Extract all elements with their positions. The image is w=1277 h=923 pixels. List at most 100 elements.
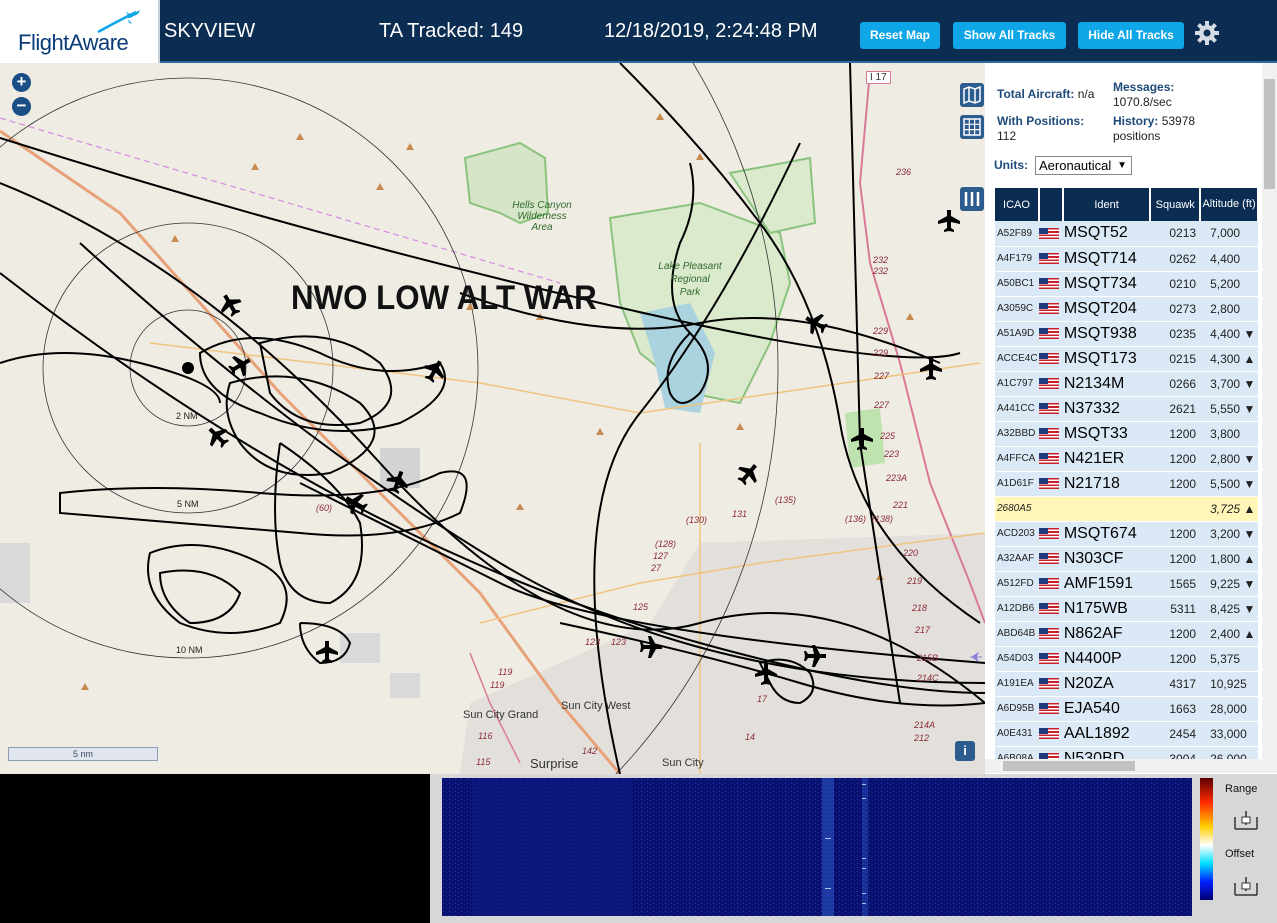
row-squawk: 1565 xyxy=(1150,571,1201,597)
aircraft-row[interactable]: A50BC1 MSQT734 0210 5,200 xyxy=(995,271,1258,297)
row-ident: MSQT734 xyxy=(1062,271,1151,297)
aircraft-row[interactable]: A32AAF N303CF 1200 1,800 ▲ xyxy=(995,546,1258,572)
altitude-trend-icon: ▼ xyxy=(1243,326,1256,341)
row-altitude: 1,800 ▲ xyxy=(1200,546,1258,572)
show-all-tracks-button[interactable]: Show All Tracks xyxy=(953,22,1066,49)
col-icao[interactable]: ICAO xyxy=(995,188,1040,221)
row-altitude: 5,500 ▼ xyxy=(1200,471,1258,497)
range-label-5nm: 5 NM xyxy=(177,499,199,509)
row-flag xyxy=(1038,271,1063,297)
row-altitude: 2,400 ▲ xyxy=(1200,621,1258,647)
aircraft-row[interactable]: A6D95B EJA540 1663 28,000 xyxy=(995,696,1258,722)
aircraft-row[interactable]: A4F179 MSQT714 0262 4,400 xyxy=(995,246,1258,272)
row-ident: N862AF xyxy=(1062,621,1151,647)
row-flag xyxy=(1038,596,1063,622)
row-flag xyxy=(1038,696,1063,722)
row-ident: EJA540 xyxy=(1062,696,1151,722)
map-view[interactable]: 2 NM 5 NM 10 NM Hells Canyon Wilderness … xyxy=(0,63,985,774)
row-flag xyxy=(1038,446,1063,472)
aircraft-row[interactable]: A54D03 N4400P 1200 5,375 xyxy=(995,646,1258,672)
us-flag-icon xyxy=(1038,377,1059,389)
col-flag[interactable] xyxy=(1038,188,1064,221)
aircraft-row[interactable]: A0E431 AAL1892 2454 33,000 xyxy=(995,721,1258,747)
aircraft-table: ICAO Ident Squawk Altitude (ft) A52F89 MS… xyxy=(995,188,1259,772)
row-flag xyxy=(1038,246,1063,272)
row-altitude: 3,800 xyxy=(1200,421,1258,447)
range-label-10nm: 10 NM xyxy=(176,645,203,655)
map-grid-button[interactable] xyxy=(960,115,984,139)
aircraft-row[interactable]: A32BBD MSQT33 1200 3,800 xyxy=(995,421,1258,447)
panel-vertical-scrollbar[interactable] xyxy=(1262,63,1277,759)
aircraft-row[interactable]: A441CC N37332 2621 5,550 ▼ xyxy=(995,396,1258,422)
row-flag xyxy=(1038,421,1063,447)
aircraft-row[interactable]: A512FD AMF1591 1565 9,225 ▼ xyxy=(995,571,1258,597)
aircraft-row[interactable]: ABD64B N862AF 1200 2,400 ▲ xyxy=(995,621,1258,647)
row-ident xyxy=(1062,496,1151,522)
flightaware-logo[interactable]: FlightAware xyxy=(0,0,160,63)
row-icao: ABD64B xyxy=(995,621,1039,647)
row-flag xyxy=(1038,521,1063,547)
reset-map-button[interactable]: Reset Map xyxy=(860,22,940,49)
col-squawk[interactable]: Squawk xyxy=(1150,188,1202,221)
hide-all-tracks-button[interactable]: Hide All Tracks xyxy=(1078,22,1184,49)
units-label: Units: xyxy=(994,158,1028,172)
range-label-2nm: 2 NM xyxy=(176,411,198,421)
history-stat: History: 53978 positions xyxy=(1113,114,1196,143)
aircraft-row[interactable]: A51A9D MSQT938 0235 4,400 ▼ xyxy=(995,321,1258,347)
row-squawk xyxy=(1150,496,1201,522)
zoom-out-button[interactable]: − xyxy=(12,97,31,116)
aircraft-tracked-count: TA Tracked: 149 xyxy=(379,20,524,42)
us-flag-icon xyxy=(1038,677,1059,689)
map-overlay-title: NWO LOW ALT WAR xyxy=(291,279,597,317)
map-icon xyxy=(963,85,981,105)
col-altitude[interactable]: Altitude (ft) xyxy=(1200,188,1259,221)
row-ident: AMF1591 xyxy=(1062,571,1151,597)
row-icao: A32AAF xyxy=(995,546,1039,572)
row-flag xyxy=(1038,296,1063,322)
row-icao: 2680A5 xyxy=(995,496,1039,522)
row-flag xyxy=(1038,671,1063,697)
row-altitude: 4,400 ▼ xyxy=(1200,321,1258,347)
receiver-location xyxy=(182,362,194,374)
aircraft-row[interactable]: A12DB6 N175WB 5311 8,425 ▼ xyxy=(995,596,1258,622)
hells-canyon-label: Hells Canyon Wilderness Area xyxy=(512,200,572,233)
panel-horizontal-scrollbar[interactable] xyxy=(985,759,1277,773)
offset-slider[interactable] xyxy=(1233,875,1259,897)
units-dropdown[interactable]: Aeronautical ▼ xyxy=(1035,156,1132,175)
with-positions-stat: With Positions: 112 xyxy=(997,114,1085,143)
col-ident[interactable]: Ident xyxy=(1062,188,1152,221)
aircraft-row[interactable]: ACD203 MSQT674 1200 3,200 ▼ xyxy=(995,521,1258,547)
aircraft-row[interactable]: ACCE4C MSQT173 0215 4,300 ▲ xyxy=(995,346,1258,372)
row-altitude: 5,550 ▼ xyxy=(1200,396,1258,422)
row-altitude: 10,925 xyxy=(1200,671,1258,697)
range-label: Range xyxy=(1225,783,1258,795)
sun-city-label: Sun City xyxy=(662,757,704,769)
altitude-trend-icon: ▼ xyxy=(1243,451,1256,466)
us-flag-icon xyxy=(1038,702,1059,714)
row-flag xyxy=(1038,546,1063,572)
map-canvas[interactable] xyxy=(0,63,985,774)
sun-city-grand-label: Sun City Grand xyxy=(463,709,539,721)
i17-shield: I 17 xyxy=(866,71,891,84)
row-icao: A54D03 xyxy=(995,646,1039,672)
aircraft-row[interactable]: A1D61F N21718 1200 5,500 ▼ xyxy=(995,471,1258,497)
aircraft-row[interactable]: A4FFCA N421ER 1200 2,800 ▼ xyxy=(995,446,1258,472)
row-squawk: 0273 xyxy=(1150,296,1201,322)
column-select-button[interactable] xyxy=(960,187,984,211)
gear-icon[interactable] xyxy=(1194,20,1220,46)
map-layers-button[interactable] xyxy=(960,83,984,107)
range-slider[interactable] xyxy=(1233,809,1259,831)
aircraft-row[interactable]: 2680A5 3,725 ▲ xyxy=(995,496,1258,522)
row-squawk: 0210 xyxy=(1150,271,1201,297)
row-squawk: 1200 xyxy=(1150,546,1201,572)
aircraft-row[interactable]: A52F89 MSQT52 0213 7,000 xyxy=(995,221,1258,247)
zoom-in-button[interactable]: + xyxy=(12,73,31,92)
map-scale-bar: 5 nm xyxy=(8,747,158,761)
aircraft-row[interactable]: A1C797 N2134M 0266 3,700 ▼ xyxy=(995,371,1258,397)
row-altitude: 3,700 ▼ xyxy=(1200,371,1258,397)
aircraft-row[interactable]: A3059C MSQT204 0273 2,800 xyxy=(995,296,1258,322)
info-button[interactable]: i xyxy=(955,741,975,761)
us-flag-icon xyxy=(1038,602,1059,614)
aircraft-row[interactable]: A191EA N20ZA 4317 10,925 xyxy=(995,671,1258,697)
us-flag-icon xyxy=(1038,302,1059,314)
